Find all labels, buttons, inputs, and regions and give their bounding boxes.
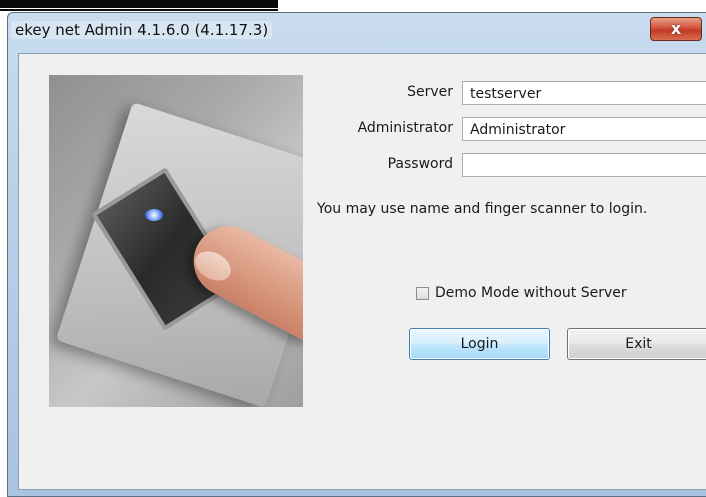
server-label: Server xyxy=(407,84,453,100)
password-label: Password xyxy=(387,156,453,172)
dialog-client-area: Server Administrator Password You may us… xyxy=(18,53,706,490)
checkbox-box[interactable] xyxy=(416,286,429,300)
login-hint-text: You may use name and finger scanner to l… xyxy=(317,201,648,217)
top-annotation-bar xyxy=(0,0,706,12)
administrator-label: Administrator xyxy=(357,120,453,136)
exit-button[interactable]: Exit xyxy=(567,328,706,360)
administrator-input[interactable] xyxy=(462,117,706,141)
scanner-led xyxy=(145,209,163,221)
close-icon: x xyxy=(670,19,682,38)
close-button[interactable]: x xyxy=(650,17,702,41)
server-input[interactable] xyxy=(462,81,706,105)
annotation-underline xyxy=(0,9,278,11)
fingerprint-scanner-image xyxy=(49,75,303,407)
demo-mode-label[interactable]: Demo Mode without Server xyxy=(435,285,627,301)
login-window: ekey net Admin 4.1.6.0 (4.1.17.3) x Serv… xyxy=(7,12,706,497)
password-input[interactable] xyxy=(462,153,706,177)
window-title: ekey net Admin 4.1.6.0 (4.1.17.3) xyxy=(11,21,273,39)
annotation-block xyxy=(0,0,278,8)
login-button[interactable]: Login xyxy=(409,328,550,360)
demo-mode-checkbox[interactable]: Demo Mode without Server xyxy=(416,285,627,301)
